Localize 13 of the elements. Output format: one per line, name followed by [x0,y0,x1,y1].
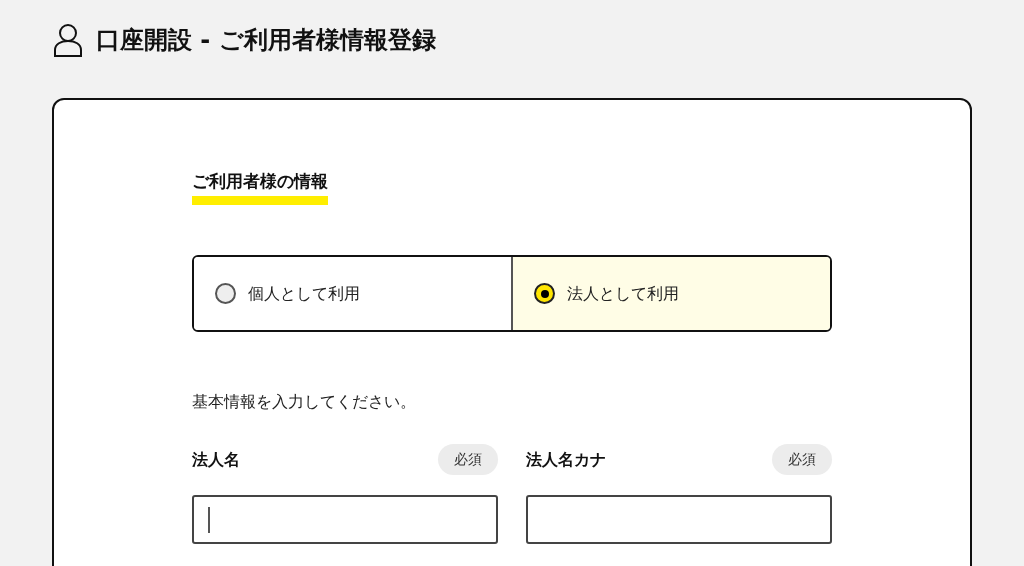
text-field[interactable] [526,495,832,544]
user-icon [52,22,84,58]
field-label: 法人名 [192,448,240,471]
page-title: 口座開設 - ご利用者様情報登録 [96,25,436,56]
required-badge: 必須 [772,444,832,475]
field-label: 法人名カナ [526,448,606,471]
radio-selected-icon [534,283,555,304]
user-type-option[interactable]: 法人として利用 [511,257,830,330]
required-badge: 必須 [438,444,498,475]
section-heading: ご利用者様の情報 [192,170,328,205]
instruction-text: 基本情報を入力してください。 [192,391,417,413]
text-field[interactable] [192,495,498,544]
radio-icon [215,283,236,304]
